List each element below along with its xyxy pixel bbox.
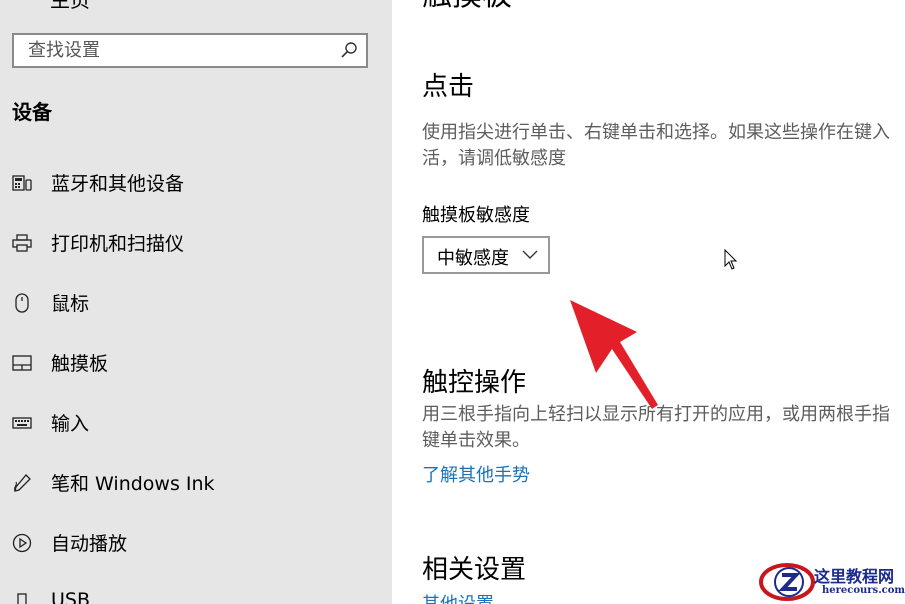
mouse-cursor-icon xyxy=(724,249,738,270)
touchpad-sensitivity-dropdown[interactable]: 中敏感度 xyxy=(422,236,550,274)
touch-gestures-heading: 触控操作 xyxy=(422,368,527,398)
sidebar-item-label: 触摸板 xyxy=(51,353,109,375)
sidebar-item-bluetooth[interactable]: 蓝牙和其他设备 xyxy=(0,161,392,205)
sidebar-item-label: 笔和 Windows Ink xyxy=(51,473,215,495)
dropdown-value: 中敏感度 xyxy=(437,248,509,269)
touchpad-icon xyxy=(12,355,32,371)
search-icon[interactable] xyxy=(340,41,358,59)
bluetooth-devices-icon xyxy=(12,175,32,191)
sidebar-item-label: 自动播放 xyxy=(51,533,128,555)
pen-icon xyxy=(14,474,31,492)
sidebar-item-label: 蓝牙和其他设备 xyxy=(51,173,185,195)
chevron-down-icon xyxy=(522,250,538,259)
autoplay-icon xyxy=(12,533,32,553)
sidebar-item-typing[interactable]: 输入 xyxy=(0,401,392,445)
sidebar-item-label: 打印机和扫描仪 xyxy=(51,233,185,255)
section-title: 设备 xyxy=(12,100,52,124)
learn-more-gestures-link[interactable]: 了解其他手势 xyxy=(422,461,530,487)
additional-settings-link[interactable]: 其他设置 xyxy=(422,590,494,604)
watermark: 这里教程网 herecours.com xyxy=(758,560,905,604)
usb-icon xyxy=(17,593,27,604)
sidebar-item-label: USB xyxy=(51,589,91,604)
sidebar-item-autoplay[interactable]: 自动播放 xyxy=(0,521,392,565)
sidebar-item-usb[interactable]: USB xyxy=(0,581,392,604)
sidebar-item-label: 输入 xyxy=(51,413,90,435)
search-input[interactable] xyxy=(28,35,328,66)
red-arrow-annotation xyxy=(570,300,658,409)
mouse-icon xyxy=(15,293,29,313)
watermark-logo-icon xyxy=(759,563,815,601)
sidebar: 主页 设备 蓝牙和其他设备 打印机和扫描仪 鼠标 xyxy=(0,0,392,604)
watermark-domain: herecours.com xyxy=(822,585,905,596)
touchpad-sensitivity-label: 触摸板敏感度 xyxy=(422,205,530,226)
page-title: 触摸板 xyxy=(422,0,512,14)
sidebar-item-printers[interactable]: 打印机和扫描仪 xyxy=(0,221,392,265)
sidebar-item-touchpad[interactable]: 触摸板 xyxy=(0,341,392,385)
related-settings-heading: 相关设置 xyxy=(422,555,527,585)
watermark-title: 这里教程网 xyxy=(814,567,895,586)
search-box[interactable] xyxy=(12,33,368,68)
sidebar-item-label: 鼠标 xyxy=(51,293,90,315)
sidebar-item-home[interactable]: 主页 xyxy=(50,0,90,13)
printer-icon xyxy=(12,234,32,252)
keyboard-icon xyxy=(12,417,32,429)
taps-heading: 点击 xyxy=(422,72,475,102)
taps-description: 使用指尖进行单击、右键单击和选择。如果这些操作在键入 活，请调低敏感度 xyxy=(422,122,890,169)
sidebar-item-mouse[interactable]: 鼠标 xyxy=(0,281,392,325)
sidebar-item-pen[interactable]: 笔和 Windows Ink xyxy=(0,461,392,505)
